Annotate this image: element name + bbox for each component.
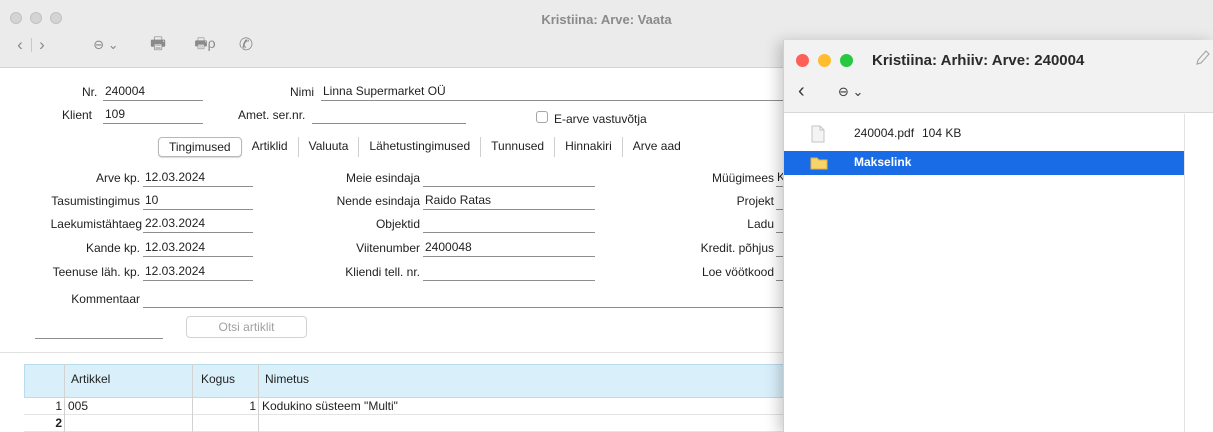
article-search-field[interactable]	[35, 322, 163, 339]
tab-tingimused[interactable]: Tingimused	[158, 137, 242, 157]
archive-scroll-divider	[1184, 114, 1185, 432]
window-title: Kristiina: Arve: Vaata	[541, 12, 672, 27]
loe-vootkood-field[interactable]	[776, 264, 783, 281]
nr-label: Nr.	[82, 85, 98, 99]
nimi-field[interactable]: Linna Supermarket OÜ	[321, 84, 783, 101]
meie-esindaja-label: Meie esindaja	[345, 171, 420, 185]
print-preview-button[interactable]: 🖶ρ	[190, 34, 220, 56]
laekumistahtaeg-field[interactable]: 22.03.2024	[143, 216, 253, 233]
projekt-label: Projekt	[736, 194, 774, 208]
amet-ser-nr-field[interactable]	[312, 107, 466, 124]
tab-lahetustingimused[interactable]: Lähetustingimused	[359, 137, 482, 157]
loe-vootkood-label: Loe vöötkood	[701, 265, 774, 279]
tab-valuuta[interactable]: Valuuta	[299, 137, 360, 157]
ellipsis-circle-icon: ⊖ ⌄	[93, 37, 119, 52]
col-artikkel-header[interactable]: Artikkel	[71, 372, 110, 386]
teenuse-lah-kp-label: Teenuse läh. kp.	[52, 265, 140, 279]
edit-icon[interactable]	[1196, 50, 1210, 66]
ladu-field[interactable]	[776, 216, 783, 233]
tab-bar: Tingimused Artiklid Valuuta Lähetustingi…	[158, 137, 691, 157]
printer-icon: 🖶	[149, 33, 167, 53]
archive-minimize-button[interactable]	[818, 54, 831, 67]
file-name: 240004.pdf	[854, 126, 915, 140]
col-nimetus-header[interactable]: Nimetus	[265, 372, 309, 386]
e-arve-checkbox[interactable]	[536, 111, 548, 123]
archive-back-button[interactable]: ‹	[798, 80, 805, 103]
column-divider	[64, 364, 65, 432]
file-size: 104 KB	[922, 126, 962, 140]
chevron-left-icon: ‹	[798, 80, 805, 102]
kommentaar-label: Kommentaar	[71, 292, 140, 306]
folder-icon	[810, 157, 828, 170]
e-arve-label: E-arve vastuvõtja	[554, 112, 647, 126]
chevron-right-icon: ›	[39, 35, 45, 54]
kredit-pohjus-label: Kredit. põhjus	[700, 241, 774, 255]
col-kogus-header[interactable]: Kogus	[201, 372, 235, 386]
archive-titlebar: Kristiina: Arhiiv: Arve: 240004 ‹ ⊖ ⌄	[784, 40, 1213, 113]
teenuse-lah-kp-field[interactable]: 12.03.2024	[143, 264, 253, 281]
phone-icon: ✆	[238, 35, 254, 54]
archive-window: Kristiina: Arhiiv: Arve: 240004 ‹ ⊖ ⌄ 24…	[783, 40, 1213, 432]
tab-hinnakiri[interactable]: Hinnakiri	[555, 137, 623, 157]
file-name: Makselink	[854, 155, 912, 169]
archive-window-controls	[796, 54, 853, 67]
amet-ser-nr-label: Amet. ser.nr.	[238, 108, 306, 122]
column-divider	[258, 364, 259, 432]
ellipsis-circle-icon: ⊖ ⌄	[838, 84, 864, 99]
chevron-left-icon: ‹	[17, 35, 23, 54]
viitenumber-field[interactable]: 2400048	[423, 240, 595, 257]
print-button[interactable]: 🖶	[146, 34, 170, 56]
archive-close-button[interactable]	[796, 54, 809, 67]
kredit-pohjus-field[interactable]	[776, 240, 783, 257]
meie-esindaja-field[interactable]	[423, 170, 595, 187]
cell-artikkel[interactable]: 005	[68, 398, 88, 414]
column-divider	[192, 364, 193, 432]
kliendi-tell-nr-label: Kliendi tell. nr.	[345, 265, 420, 279]
archive-zoom-button[interactable]	[840, 54, 853, 67]
kliendi-tell-nr-field[interactable]	[423, 264, 595, 281]
tab-tunnused[interactable]: Tunnused	[481, 137, 556, 157]
nende-esindaja-label: Nende esindaja	[336, 194, 420, 208]
tab-artiklid[interactable]: Artiklid	[242, 137, 299, 157]
more-actions-button[interactable]: ⊖ ⌄	[88, 34, 124, 56]
ladu-label: Ladu	[747, 217, 774, 231]
phone-button[interactable]: ✆	[236, 34, 256, 56]
tasumistingimus-field[interactable]: 10	[143, 193, 253, 210]
nende-esindaja-field[interactable]: Raido Ratas	[423, 193, 595, 210]
klient-field[interactable]: 109	[103, 107, 203, 124]
archive-more-button[interactable]: ⊖ ⌄	[838, 84, 863, 100]
tab-arve-aadress[interactable]: Arve aad	[623, 137, 691, 157]
forward-button[interactable]: ›	[34, 34, 50, 56]
list-item[interactable]: 240004.pdf 104 KB	[784, 122, 1184, 146]
kommentaar-field[interactable]	[143, 291, 783, 308]
cell-kogus[interactable]: 1	[194, 398, 256, 414]
arve-kp-field[interactable]: 12.03.2024	[143, 170, 253, 187]
back-button[interactable]: ‹	[12, 34, 28, 56]
myygimees-field[interactable]: K	[776, 170, 785, 187]
laekumistahtaeg-label: Laekumistähtaeg	[50, 217, 142, 231]
row-number: 1	[55, 399, 62, 413]
myygimees-label: Müügimees	[711, 171, 774, 185]
projekt-field[interactable]	[776, 193, 783, 210]
nr-field[interactable]: 240004	[103, 84, 203, 101]
objektid-field[interactable]	[423, 216, 595, 233]
kande-kp-label: Kande kp.	[85, 241, 140, 255]
list-item-selected[interactable]: Makselink	[784, 151, 1184, 175]
objektid-label: Objektid	[375, 217, 420, 231]
search-article-button[interactable]: Otsi artiklit	[186, 316, 307, 338]
nimi-label: Nimi	[290, 85, 314, 99]
tasumistingimus-label: Tasumistingimus	[51, 194, 140, 208]
document-icon	[811, 125, 825, 143]
viitenumber-label: Viitenumber	[356, 241, 420, 255]
row-number: 2	[55, 416, 62, 430]
toolbar-separator	[30, 34, 32, 56]
print-preview-icon: 🖶ρ	[194, 35, 216, 51]
cell-nimetus[interactable]: Kodukino süsteem "Multi"	[262, 398, 398, 414]
kande-kp-field[interactable]: 12.03.2024	[143, 240, 253, 257]
arve-kp-label: Arve kp.	[95, 171, 140, 185]
klient-label: Klient	[62, 108, 93, 122]
archive-title: Kristiina: Arhiiv: Arve: 240004	[872, 52, 1085, 69]
